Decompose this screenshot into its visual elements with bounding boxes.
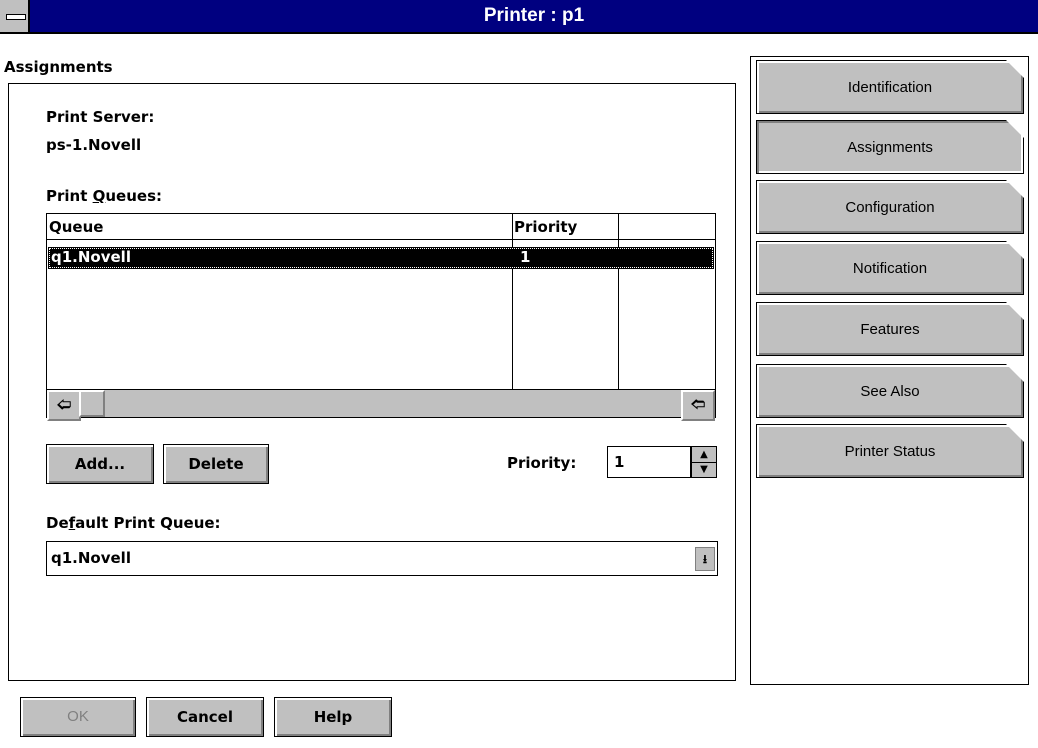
scroll-thumb[interactable] <box>79 390 105 417</box>
tab-label: Identification <box>847 79 933 96</box>
tab-label: Printer Status <box>844 443 936 460</box>
queue-cell: q1.Novell <box>51 248 131 266</box>
priority-spinner[interactable]: ▲ ▼ <box>691 446 717 478</box>
add-button-label: Add... <box>74 455 126 473</box>
help-button-label: Help <box>313 708 353 726</box>
scroll-right-button[interactable]: 🢢 <box>681 390 715 421</box>
ok-button-label: OK <box>67 708 89 725</box>
cancel-button[interactable]: Cancel <box>146 697 264 737</box>
tab-features[interactable]: Features <box>756 302 1024 356</box>
system-menu-button[interactable] <box>0 0 30 32</box>
column-header-queue[interactable]: Queue <box>49 218 103 236</box>
page-corner-icon <box>1006 120 1024 138</box>
tab-label: Notification <box>852 260 928 277</box>
default-queue-dropdown[interactable]: q1.Novell ⭳ <box>46 541 718 576</box>
column-divider <box>618 214 619 390</box>
column-divider <box>512 214 513 390</box>
print-server-value: ps-1.Novell <box>46 136 142 154</box>
delete-button-label: Delete <box>188 455 244 473</box>
cancel-button-label: Cancel <box>176 708 233 726</box>
system-menu-icon <box>6 14 26 20</box>
spin-up-icon[interactable]: ▲ <box>692 447 716 463</box>
page-corner-icon <box>1006 180 1024 198</box>
tab-label: Configuration <box>845 199 935 216</box>
scroll-left-button[interactable]: 🢠 <box>47 390 81 421</box>
tab-label: See Also <box>860 383 920 400</box>
window-title: Printer : p1 <box>483 5 585 26</box>
page-corner-icon <box>1006 424 1024 442</box>
tab-assignments[interactable]: Assignments <box>756 120 1024 174</box>
delete-button[interactable]: Delete <box>163 444 269 484</box>
add-button[interactable]: Add... <box>46 444 154 484</box>
tab-configuration[interactable]: Configuration <box>756 180 1024 234</box>
tab-notification[interactable]: Notification <box>756 241 1024 295</box>
page-corner-icon <box>1006 364 1024 382</box>
print-server-label: Print Server: <box>46 108 155 126</box>
default-queue-label: Default Print Queue: <box>46 514 221 532</box>
help-button[interactable]: Help <box>274 697 392 737</box>
arrow-left-icon: 🢠 <box>56 397 72 413</box>
dropdown-arrow-icon[interactable]: ⭳ <box>695 547 715 571</box>
default-queue-value: q1.Novell <box>51 549 131 567</box>
horizontal-scrollbar[interactable]: 🢠 🢢 <box>47 389 715 421</box>
column-header-priority[interactable]: Priority <box>514 218 577 236</box>
tab-printer-status[interactable]: Printer Status <box>756 424 1024 478</box>
tab-label: Assignments <box>847 139 933 156</box>
print-queues-list[interactable]: Queue Priority q1.Novell 1 🢠 🢢 <box>46 213 716 421</box>
tab-label: Features <box>860 321 920 338</box>
arrow-right-icon: 🢢 <box>690 397 706 413</box>
priority-label: Priority: <box>507 454 577 472</box>
page-corner-icon <box>1006 241 1024 259</box>
print-queues-label: Print Queues: <box>46 187 163 205</box>
section-title: Assignments <box>4 58 113 76</box>
tab-see-also[interactable]: See Also <box>756 364 1024 418</box>
page-corner-icon <box>1006 302 1024 320</box>
list-header: Queue Priority <box>47 214 715 240</box>
table-row[interactable]: q1.Novell 1 <box>48 247 714 269</box>
tab-identification[interactable]: Identification <box>756 60 1024 114</box>
priority-cell: 1 <box>520 248 531 266</box>
priority-input[interactable]: 1 <box>607 446 691 478</box>
spin-down-icon[interactable]: ▼ <box>692 462 716 477</box>
ok-button[interactable]: OK <box>20 697 136 737</box>
page-corner-icon <box>1006 60 1024 78</box>
